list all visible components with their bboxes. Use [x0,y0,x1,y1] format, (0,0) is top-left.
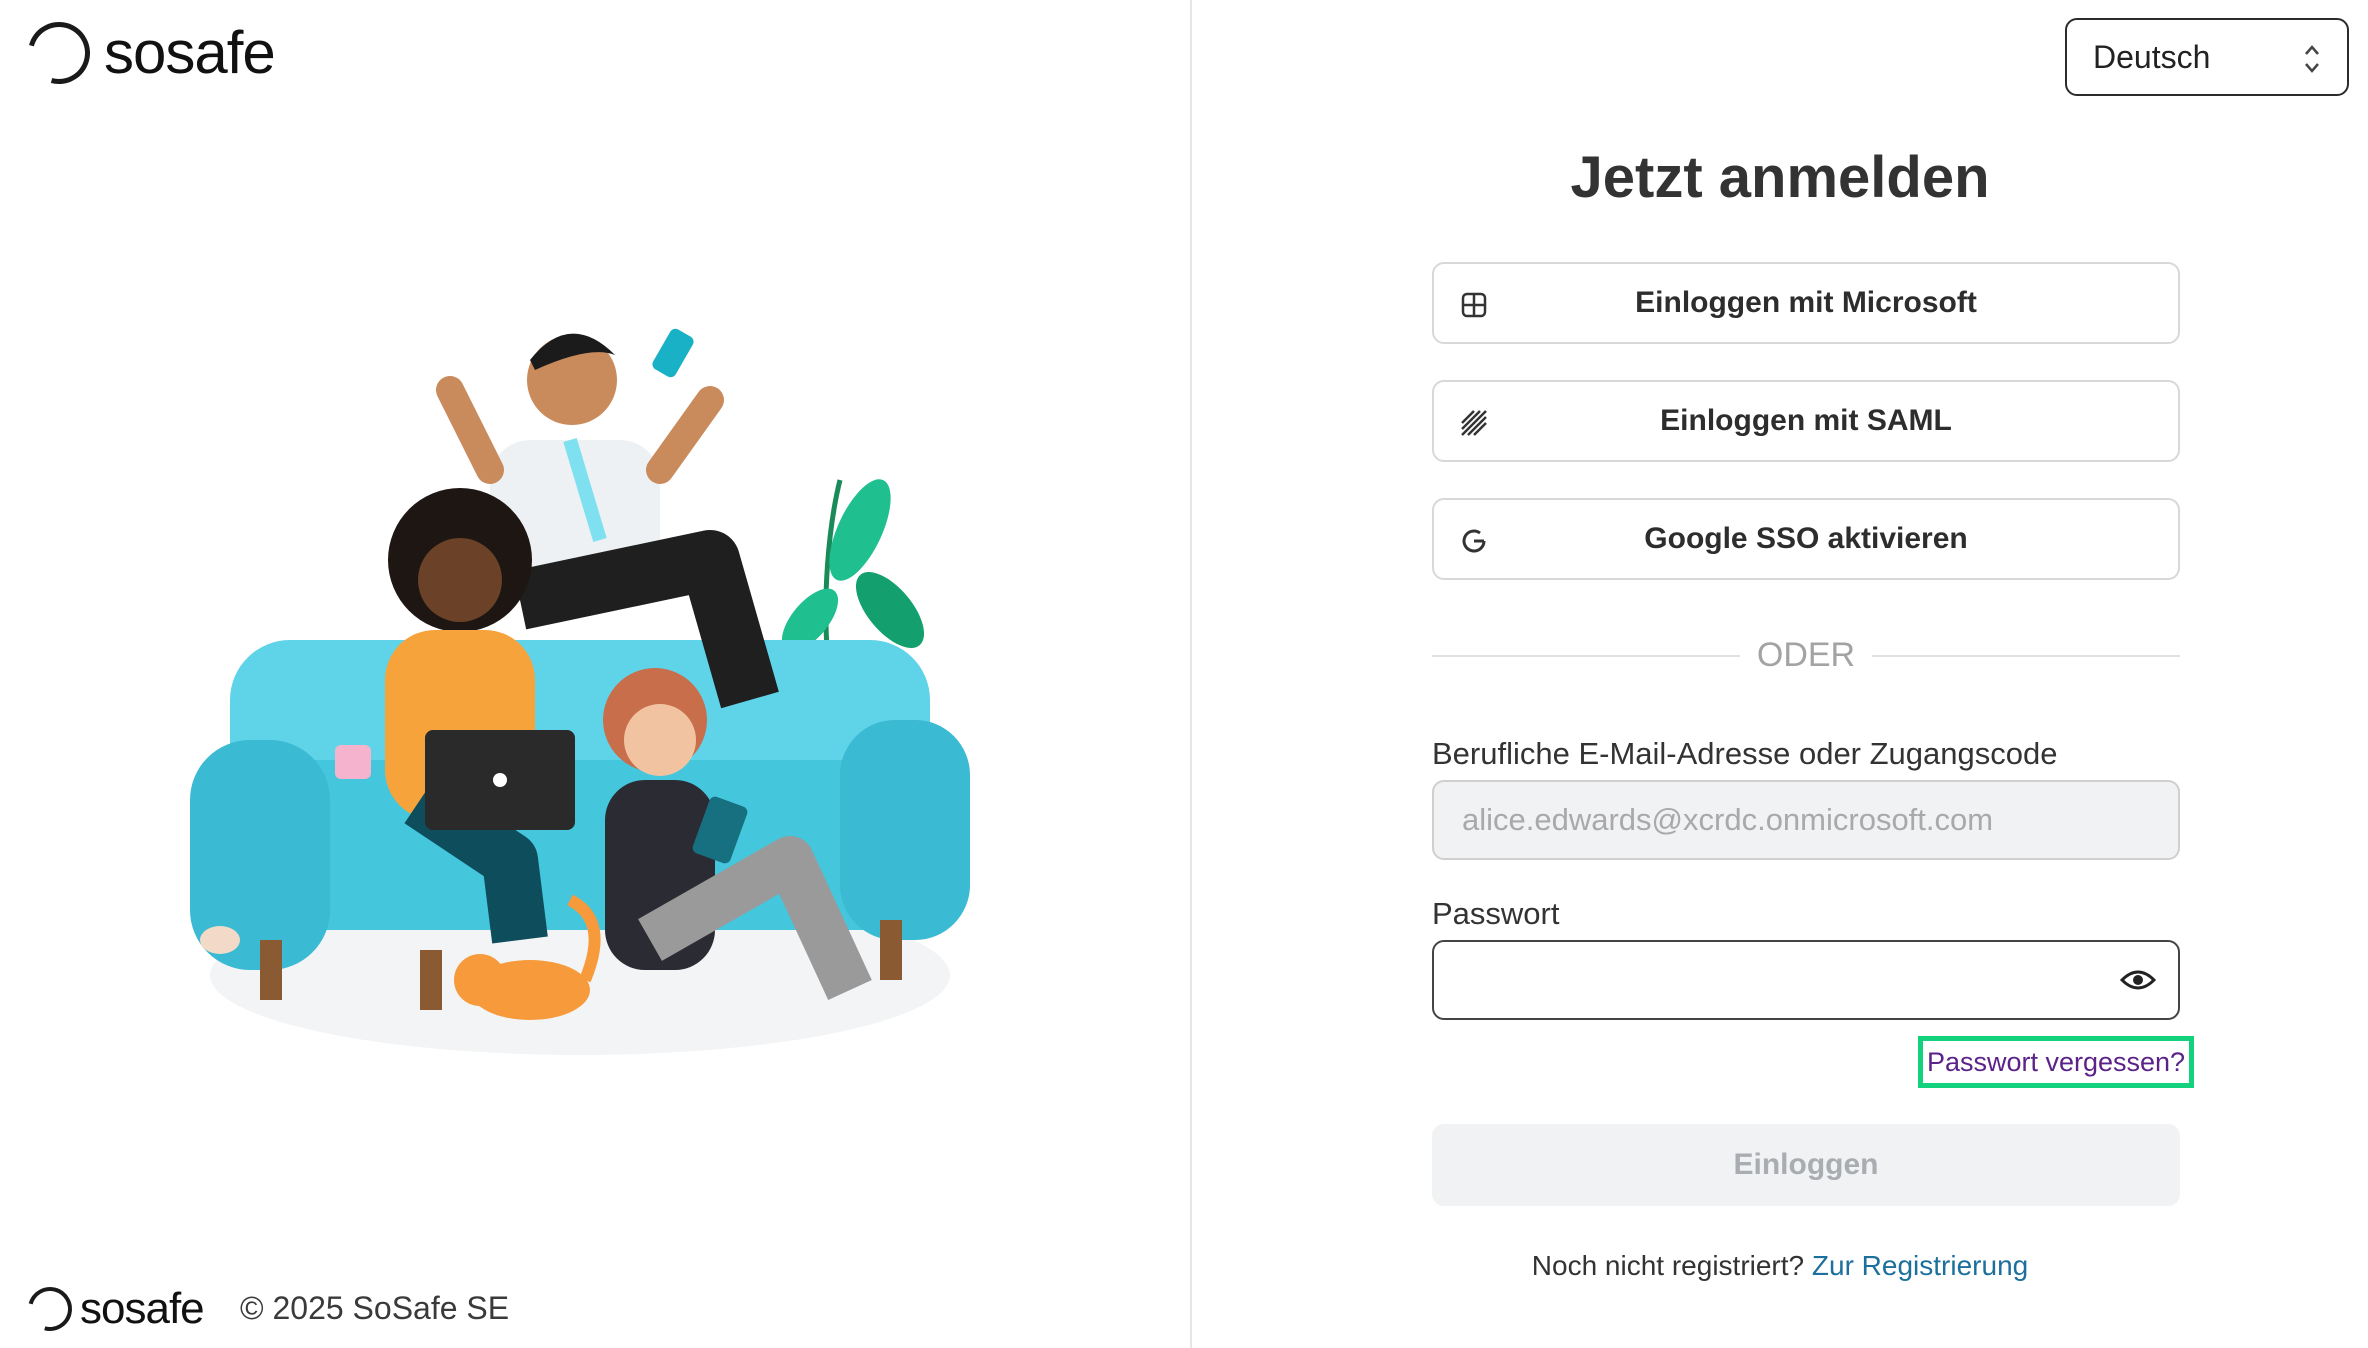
google-sso-button[interactable]: Google SSO aktivieren [1432,498,2180,580]
register-prompt: Noch nicht registriert? Zur Registrierun… [1192,1250,2368,1282]
footer-logo-text: sosafe [80,1284,205,1333]
or-divider: ODER [1432,636,2180,676]
page-title: Jetzt anmelden [1570,145,1990,210]
sosafe-logo-mark-icon [16,10,102,95]
register-link[interactable]: Zur Registrierung [1812,1250,2028,1281]
sosafe-logo[interactable]: sosafe [16,10,276,95]
right-panel: Deutsch Jetzt anmelden Einloggen mit Mic… [1192,0,2368,1348]
email-field-value: alice.edwards@xcrdc.onmicrosoft.com [1462,802,1994,837]
footer-logo: sosafe [19,1278,205,1340]
login-submit-button[interactable]: Einloggen [1432,1124,2180,1206]
forgot-password-link[interactable]: Passwort vergessen? [1918,1036,2194,1088]
divider-line-right [1872,655,2180,657]
saml-login-label: Einloggen mit SAML [1660,404,1952,437]
email-label: Berufliche E-Mail-Adresse oder Zugangsco… [1432,736,2058,771]
team-on-sofa-illustration [190,328,970,1055]
language-selected-value: Deutsch [2093,38,2211,75]
google-sso-label: Google SSO aktivieren [1644,522,1968,555]
language-select[interactable]: Deutsch [2065,18,2349,96]
copyright: © 2025 SoSafe SE [240,1290,510,1326]
chevron-up-down-icon [2305,45,2319,73]
email-field[interactable]: alice.edwards@xcrdc.onmicrosoft.com [1432,780,2180,860]
register-prompt-text: Noch nicht registriert? [1531,1250,1805,1281]
saml-login-button[interactable]: Einloggen mit SAML [1432,380,2180,462]
logo-text: sosafe [104,19,276,86]
microsoft-login-button[interactable]: Einloggen mit Microsoft [1432,262,2180,344]
microsoft-login-label: Einloggen mit Microsoft [1635,286,1977,319]
password-label: Passwort [1432,896,1560,931]
sosafe-logo-mark-icon [19,1278,81,1340]
left-panel: sosafe sosafe © 2025 SoSafe SE [0,0,1192,1348]
eye-icon[interactable] [2120,966,2156,994]
password-field[interactable] [1432,940,2180,1020]
